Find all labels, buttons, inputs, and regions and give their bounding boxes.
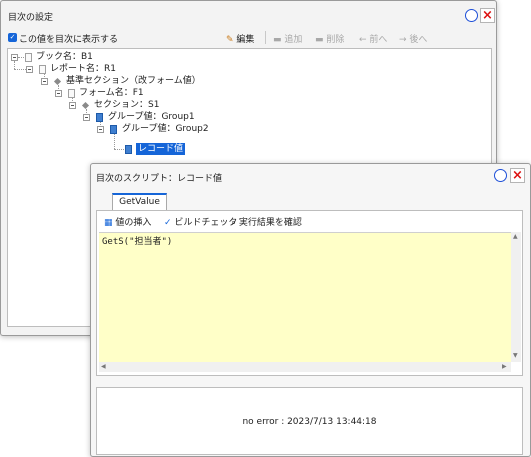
tree-node-group2[interactable]: グループ値：Group2 [122, 123, 209, 135]
tree-node-group1[interactable]: グループ値：Group1 [108, 111, 195, 123]
scroll-down-icon[interactable]: ▼ [513, 352, 518, 359]
collapse-toggle[interactable] [11, 54, 18, 61]
tab-getvalue[interactable]: GetValue [112, 193, 167, 211]
report-icon [39, 65, 46, 74]
delete-icon: ▬ [315, 35, 324, 45]
show-in-toc-label[interactable]: この値を目次に表示する [19, 32, 118, 45]
collapse-toggle[interactable] [97, 126, 104, 133]
magnifier-icon: ⌕ [231, 218, 237, 228]
delete-button[interactable]: ▬ 削除 [315, 32, 344, 45]
section-base-icon [53, 77, 62, 86]
collapse-toggle[interactable] [41, 78, 48, 85]
script-window-title: 目次のスクリプト：レコード値 [96, 174, 223, 184]
script-window-title-bar[interactable]: 目次のスクリプト：レコード値 × [90, 163, 531, 187]
edit-button[interactable]: ✎ 編集 [226, 32, 254, 45]
tree-node-record[interactable]: レコード値 [136, 143, 186, 155]
tree-node-book[interactable]: ブック名：B1 [36, 51, 93, 63]
form-icon [68, 89, 75, 98]
scroll-right-icon[interactable]: ▶ [502, 363, 507, 370]
book-icon [25, 53, 32, 62]
maximize-icon[interactable] [494, 169, 507, 182]
add-label: 追加 [284, 35, 303, 45]
section-icon [81, 101, 90, 110]
check-result-label: 実行結果を確認 [238, 218, 302, 228]
close-button[interactable]: × [510, 168, 525, 183]
status-message: no error : 2023/7/13 13:44:18 [242, 417, 377, 427]
maximize-icon[interactable] [465, 9, 478, 22]
table-icon: ▦ [104, 218, 113, 228]
collapse-toggle[interactable] [83, 114, 90, 121]
title-bar[interactable]: 目次の設定 × [1, 1, 496, 29]
show-in-toc-checkbox[interactable]: ✓ [8, 33, 17, 42]
prev-label: 前へ [369, 35, 388, 45]
collapse-toggle[interactable] [69, 102, 76, 109]
window-title: 目次の設定 [8, 13, 54, 23]
tree-node-base-section[interactable]: 基準セクション（改フォーム値） [66, 75, 201, 87]
pencil-icon: ✎ [226, 35, 234, 45]
collapse-toggle[interactable] [55, 90, 62, 97]
build-check-button[interactable]: ✓ ビルドチェック [164, 215, 237, 228]
edit-label: 編集 [236, 35, 255, 45]
group-icon [96, 113, 103, 122]
check-icon: ✓ [164, 218, 172, 228]
next-button[interactable]: → 後へ [399, 32, 427, 45]
record-icon [125, 145, 132, 154]
status-panel: no error : 2023/7/13 13:44:18 [96, 387, 523, 455]
tree-connector [18, 57, 24, 58]
group-icon [110, 125, 117, 134]
add-icon: ▬ [273, 35, 282, 45]
add-button[interactable]: ▬ 追加 [273, 32, 302, 45]
prev-button[interactable]: ← 前へ [359, 32, 387, 45]
arrow-right-icon: → [399, 35, 407, 45]
build-check-label: ビルドチェック [174, 218, 238, 228]
check-result-button[interactable]: ⌕ 実行結果を確認 [231, 215, 302, 228]
insert-value-label: 値の挿入 [115, 218, 152, 228]
tree-node-section[interactable]: セクション：S1 [94, 99, 159, 111]
tree-connector [114, 133, 115, 149]
insert-value-button[interactable]: ▦ 値の挿入 [104, 215, 151, 228]
script-editor[interactable]: GetS("担当者") [99, 232, 511, 362]
scroll-up-icon[interactable]: ▲ [513, 233, 518, 240]
tree-node-form[interactable]: フォーム名：F1 [79, 87, 144, 99]
delete-label: 削除 [326, 35, 345, 45]
arrow-left-icon: ← [359, 35, 367, 45]
close-button[interactable]: × [480, 8, 495, 23]
collapse-toggle[interactable] [26, 66, 33, 73]
editor-vertical-scrollbar[interactable]: ▲ ▼ [511, 232, 521, 362]
scroll-left-icon[interactable]: ◀ [101, 363, 106, 370]
next-label: 後へ [409, 35, 428, 45]
tree-connector [14, 61, 15, 69]
editor-horizontal-scrollbar[interactable]: ◀ ▶ [99, 362, 511, 372]
tree-node-report[interactable]: レポート名：R1 [50, 63, 116, 75]
toolbar-divider [265, 31, 266, 44]
